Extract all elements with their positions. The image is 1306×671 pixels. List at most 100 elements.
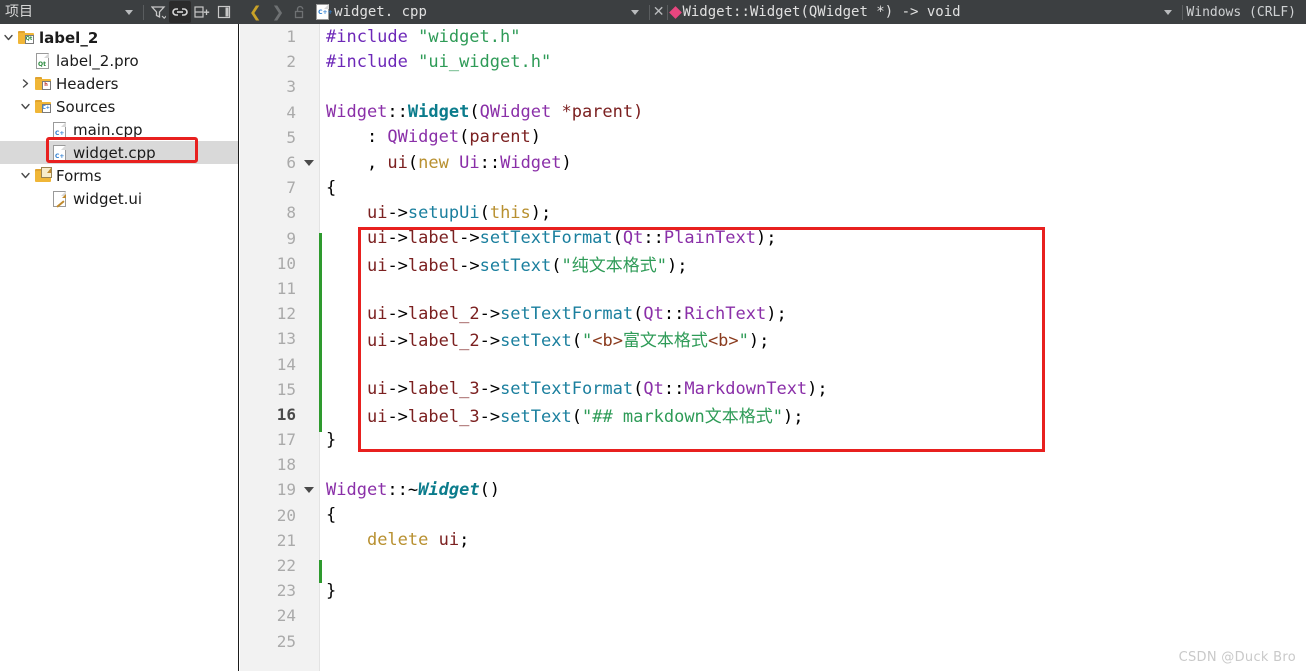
line-ending-selector[interactable]: Windows (CRLF) [1186,5,1306,20]
code-line[interactable]: 16 ui->label_3->setText("## markdown文本格式… [240,402,1306,427]
line-number: 16 [276,404,296,424]
current-file-chip[interactable]: C++ widget. cpp [316,4,427,20]
code-line[interactable]: 1 #include "widget.h" [240,24,1306,49]
change-marker-bar [319,232,322,433]
tree-item-label: widget.cpp [73,143,156,162]
line-number: 14 [276,354,296,374]
code-text: ui->setupUi(this); [366,202,552,223]
line-number: 21 [276,530,296,550]
code-line[interactable]: 7{ [240,175,1306,200]
code-line[interactable]: 4 Widget::Widget(QWidget *parent) [240,100,1306,125]
line-number: 1 [286,27,296,47]
project-tree-sidebar[interactable]: Qt label_2 Qt label_2.pro h Headers C+ Sources C… [0,24,239,671]
symbol-diamond-icon [669,5,683,19]
code-line[interactable]: 12 ui->label_2->setTextFormat(Qt::RichTe… [240,301,1306,326]
editor-toolbar: ❮ ❯ C++ widget. cpp ✕ Widget::Widget(QWi… [239,0,1306,24]
line-number: 2 [286,52,296,72]
tree-item-icon: h [33,76,52,92]
tree-item-main-cpp[interactable]: C+ main.cpp [0,118,238,141]
code-text: } [326,580,337,601]
tree-item-label: main.cpp [73,120,143,139]
line-number: 3 [286,77,296,97]
chevron-right-icon[interactable] [17,78,33,89]
code-text: ui->label_3->setText("## markdown文本格式"); [366,406,804,427]
code-line[interactable]: 3 [240,74,1306,99]
line-number: 11 [276,278,296,298]
split-add-icon[interactable] [191,1,213,23]
tree-item-label: Sources [56,97,116,116]
code-line[interactable]: 14 [240,351,1306,376]
code-line[interactable]: 20 { [240,503,1306,528]
link-sync-icon[interactable] [169,1,191,23]
close-file-button[interactable]: ✕ [653,4,665,20]
tree-item-forms[interactable]: Forms [0,164,238,187]
chevron-down-icon[interactable] [17,101,33,112]
tree-item-headers[interactable]: h Headers [0,72,238,95]
navigate-back-button[interactable]: ❮ [244,3,267,21]
tree-item-widget-cpp[interactable]: C+ widget.cpp [0,141,238,164]
tree-item-label_2-pro[interactable]: Qt label_2.pro [0,49,238,72]
symbol-dropdown-chevron-icon[interactable] [1157,1,1179,23]
filter-icon[interactable] [147,1,169,23]
code-line[interactable]: 10 ui->label->setText("纯文本格式"); [240,251,1306,276]
file-dropdown-chevron-icon[interactable] [624,1,646,23]
top-toolbar: 项目 ❮ ❯ C++ widget. cpp ✕ Widget::Widget(… [0,0,1306,24]
tree-item-label: label_2 [39,28,99,47]
code-line[interactable]: 17} [240,427,1306,452]
tree-item-sources[interactable]: C+ Sources [0,95,238,118]
code-line[interactable]: 23} [240,578,1306,603]
code-line[interactable]: 9 ui->label->setTextFormat(Qt::PlainText… [240,226,1306,251]
code-line[interactable]: 22 [240,553,1306,578]
code-line[interactable]: 11 [240,276,1306,301]
line-number: 13 [276,329,296,349]
code-text: ui->label->setText("纯文本格式"); [366,255,688,276]
line-number: 25 [276,631,296,651]
chevron-down-icon[interactable] [0,32,16,43]
folder-qt-icon: Qt [17,31,34,44]
code-line[interactable]: 15 ui->label_3->setTextFormat(Qt::Markdo… [240,377,1306,402]
code-line[interactable]: 2 #include "ui_widget.h" [240,49,1306,74]
code-line[interactable]: 5 : QWidget(parent) [240,125,1306,150]
file-ui-icon [53,190,66,208]
line-number: 8 [286,203,296,223]
code-text: ui->label_2->setTextFormat(Qt::RichText)… [366,303,787,324]
fold-toggle-icon[interactable] [298,486,320,493]
code-text: ui->label_2->setText("<b>富文本格式<b>"); [366,331,770,352]
close-pane-icon[interactable] [213,1,235,23]
code-line[interactable]: 6 , ui(new Ui::Widget) [240,150,1306,175]
unlocked-icon[interactable] [289,1,311,23]
ide-window: 项目 ❮ ❯ C++ widget. cpp ✕ Widget::Widget(… [0,0,1306,671]
code-line[interactable]: 19 Widget::~Widget() [240,477,1306,502]
line-number: 5 [286,127,296,147]
line-number: 23 [276,581,296,601]
code-text: delete ui; [366,530,470,551]
tree-item-label: widget.ui [73,189,143,208]
code-line[interactable]: 18 [240,452,1306,477]
chevron-down-icon[interactable] [17,170,33,181]
navigate-forward-button[interactable]: ❯ [267,3,290,21]
code-line[interactable]: 21 delete ui; [240,528,1306,553]
toolbar-divider-2 [648,4,650,20]
code-line[interactable]: 24 [240,603,1306,628]
project-panel-title: 项目 [5,4,33,20]
code-line[interactable]: 13 ui->label_2->setText("<b>富文本格式<b>"); [240,326,1306,351]
chevron-down-icon[interactable] [118,1,140,23]
code-line[interactable]: 25 [240,629,1306,654]
code-text: ui->label->setTextFormat(Qt::PlainText); [366,228,777,249]
folder-h-icon: h [34,77,51,90]
code-editor[interactable]: 1 #include "widget.h" 2 #include "ui_widget… [240,24,1306,671]
toolbar-divider-4 [1182,4,1184,20]
tree-item-widget-ui[interactable]: widget.ui [0,187,238,210]
code-line[interactable]: 8 ui->setupUi(this); [240,200,1306,225]
tree-item-icon: C+ [33,99,52,115]
tree-item-icon [33,167,52,184]
code-lines[interactable]: 1 #include "widget.h" 2 #include "ui_widget… [240,24,1306,671]
fold-toggle-icon[interactable] [298,159,320,166]
line-number: 17 [276,430,296,450]
change-marker-bar [319,560,322,584]
line-number: 6 [286,153,296,173]
folder-cpp-icon: C+ [34,100,51,113]
project-tree: Qt label_2 Qt label_2.pro h Headers C+ Sources C… [0,26,238,210]
file-pro-icon: Qt [36,52,49,69]
tree-item-label_2[interactable]: Qt label_2 [0,26,238,49]
